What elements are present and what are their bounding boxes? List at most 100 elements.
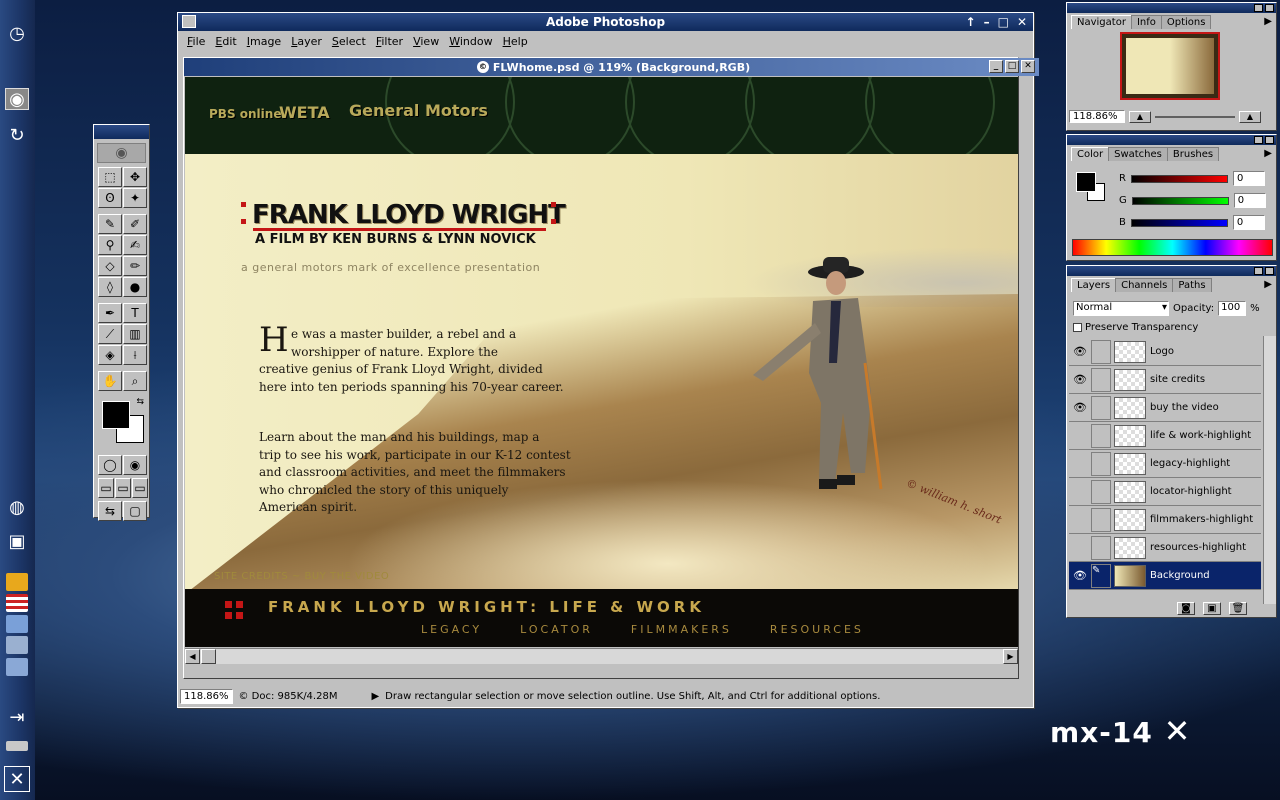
tab-options[interactable]: Options bbox=[1160, 15, 1212, 29]
menu-edit[interactable]: Edit bbox=[210, 35, 241, 48]
link-slot[interactable] bbox=[1091, 367, 1111, 392]
zoom-field[interactable]: 118.86% bbox=[180, 688, 233, 704]
eye-logo-icon[interactable]: ◉ bbox=[97, 143, 146, 163]
navigator-preview[interactable] bbox=[1120, 32, 1220, 100]
color-ramp[interactable] bbox=[1072, 239, 1273, 256]
close-button[interactable]: ✕ bbox=[1017, 15, 1027, 29]
menu-image[interactable]: Image bbox=[242, 35, 286, 48]
move-tool-icon[interactable]: ✥ bbox=[123, 167, 147, 187]
marquee-tool-icon[interactable]: ⬚ bbox=[98, 167, 122, 187]
menu-view[interactable]: View bbox=[408, 35, 444, 48]
volume-icon[interactable] bbox=[6, 636, 28, 654]
hidden-eye-slot[interactable] bbox=[1069, 535, 1091, 561]
layer-row[interactable]: 👁 ✎ Background bbox=[1069, 562, 1261, 590]
blur-tool-icon[interactable]: ◊ bbox=[98, 277, 122, 297]
link-slot[interactable] bbox=[1091, 535, 1111, 560]
doc-close-button[interactable]: ✕ bbox=[1021, 60, 1035, 73]
hidden-eye-slot[interactable] bbox=[1069, 451, 1091, 477]
zoom-in-icon[interactable]: ▲ bbox=[1239, 110, 1261, 123]
shade-button[interactable]: ↑ bbox=[966, 15, 976, 29]
sun-icon[interactable] bbox=[6, 573, 28, 591]
brush-icon[interactable]: ✎ bbox=[1091, 563, 1111, 588]
logout-icon[interactable]: ⇥ bbox=[4, 704, 30, 730]
layers-scrollbar[interactable] bbox=[1263, 336, 1276, 604]
navigator-zoom-field[interactable]: 118.86% bbox=[1069, 110, 1125, 123]
link-slot[interactable] bbox=[1091, 423, 1111, 448]
layer-row[interactable]: resources-highlight bbox=[1069, 534, 1261, 562]
link-slot[interactable] bbox=[1091, 339, 1111, 364]
menu-filter[interactable]: Filter bbox=[371, 35, 408, 48]
tab-paths[interactable]: Paths bbox=[1172, 278, 1212, 292]
blend-mode-select[interactable]: Normal ▾ bbox=[1073, 301, 1169, 316]
eraser-tool-icon[interactable]: ◇ bbox=[98, 256, 122, 276]
x-logo-icon[interactable]: ✕ bbox=[4, 766, 30, 792]
r-slider-row[interactable]: R0 bbox=[1119, 171, 1265, 186]
cpu-meter-icon[interactable] bbox=[6, 615, 28, 633]
eye-icon[interactable]: 👁 bbox=[1069, 367, 1091, 393]
eye-icon[interactable]: 👁 bbox=[1069, 339, 1091, 365]
menu-file[interactable]: File bbox=[182, 35, 210, 48]
measure-tool-icon[interactable]: ⟋ bbox=[98, 324, 122, 344]
doc-minimize-button[interactable]: _ bbox=[989, 60, 1003, 73]
minimize-button[interactable]: – bbox=[984, 15, 990, 29]
link-slot[interactable] bbox=[1091, 479, 1111, 504]
tab-color[interactable]: Color bbox=[1071, 147, 1110, 161]
maximize-button[interactable]: □ bbox=[998, 15, 1009, 29]
trash-icon[interactable]: 🗑 bbox=[1229, 602, 1247, 615]
horizontal-scrollbar[interactable]: ◀ ▶ bbox=[185, 648, 1018, 664]
status-arrow-icon[interactable]: ▶ bbox=[371, 691, 379, 702]
preserve-checkbox[interactable] bbox=[1073, 323, 1082, 332]
pencil-tool-icon[interactable]: ✏ bbox=[123, 256, 147, 276]
tab-swatches[interactable]: Swatches bbox=[1108, 147, 1168, 161]
hidden-eye-slot[interactable] bbox=[1069, 479, 1091, 505]
app-icon[interactable] bbox=[182, 15, 196, 28]
menu-layer[interactable]: Layer bbox=[286, 35, 327, 48]
hidden-eye-slot[interactable] bbox=[1069, 423, 1091, 449]
tab-info[interactable]: Info bbox=[1130, 15, 1162, 29]
layer-row[interactable]: 👁 Logo bbox=[1069, 338, 1261, 366]
tray-icon[interactable] bbox=[6, 658, 28, 676]
dodge-tool-icon[interactable]: ● bbox=[123, 277, 147, 297]
image-canvas[interactable]: PBS online WETA General Motors FRANK LLO… bbox=[185, 77, 1018, 647]
opacity-field[interactable]: 100 bbox=[1218, 301, 1247, 316]
tab-layers[interactable]: Layers bbox=[1071, 278, 1117, 292]
tab-navigator[interactable]: Navigator bbox=[1071, 15, 1132, 29]
menu-window[interactable]: Window bbox=[444, 35, 497, 48]
gradient-tool-icon[interactable]: ▥ bbox=[123, 324, 147, 344]
lasso-tool-icon[interactable]: ʘ bbox=[98, 188, 122, 208]
flag-icon[interactable] bbox=[6, 594, 28, 612]
new-layer-icon[interactable]: ▣ bbox=[1203, 602, 1221, 615]
eyedropper-tool-icon[interactable]: ⟊ bbox=[123, 345, 147, 365]
menu-select[interactable]: Select bbox=[327, 35, 371, 48]
tab-brushes[interactable]: Brushes bbox=[1166, 147, 1220, 161]
color-swatches[interactable]: ⇆ bbox=[98, 397, 145, 449]
doc-maximize-button[interactable]: □ bbox=[1005, 60, 1019, 73]
standard-mode-icon[interactable]: ◯ bbox=[98, 455, 122, 475]
link-slot[interactable] bbox=[1091, 395, 1111, 420]
palette-menu-icon[interactable]: ▶ bbox=[1264, 148, 1272, 159]
tab-channels[interactable]: Channels bbox=[1115, 278, 1174, 292]
eye-icon[interactable]: 👁 bbox=[1069, 395, 1091, 421]
paint-bucket-icon[interactable]: ◈ bbox=[98, 345, 122, 365]
imageready-icon[interactable]: ⇆ bbox=[98, 501, 122, 521]
new-mask-icon[interactable]: ◙ bbox=[1177, 602, 1195, 615]
network-icon[interactable]: ▣ bbox=[4, 528, 30, 554]
foreground-color[interactable] bbox=[1076, 172, 1096, 192]
layer-row[interactable]: 👁 buy the video bbox=[1069, 394, 1261, 422]
layer-row[interactable]: 👁 site credits bbox=[1069, 366, 1261, 394]
layer-row[interactable]: life & work-highlight bbox=[1069, 422, 1261, 450]
zoom-tool-icon[interactable]: ⌕ bbox=[123, 371, 147, 391]
menu-help[interactable]: Help bbox=[498, 35, 533, 48]
screen-mode-2-icon[interactable]: ▭ bbox=[115, 478, 131, 498]
b-slider-row[interactable]: B0 bbox=[1119, 215, 1265, 230]
eye-app-icon[interactable]: ◉ bbox=[5, 88, 29, 110]
screen-mode-3-icon[interactable]: ▭ bbox=[132, 478, 148, 498]
scroll-left-button[interactable]: ◀ bbox=[185, 649, 200, 664]
palette-menu-icon[interactable]: ▶ bbox=[1264, 16, 1272, 27]
jump-icon[interactable]: ▢ bbox=[123, 501, 147, 521]
link-slot[interactable] bbox=[1091, 507, 1111, 532]
clock-icon[interactable]: ◷ bbox=[4, 20, 30, 46]
palette-menu-icon[interactable]: ▶ bbox=[1264, 279, 1272, 290]
pen-tool-icon[interactable]: ✒ bbox=[98, 303, 122, 323]
title-bar[interactable]: Adobe Photoshop ↑ – □ ✕ bbox=[178, 13, 1033, 31]
